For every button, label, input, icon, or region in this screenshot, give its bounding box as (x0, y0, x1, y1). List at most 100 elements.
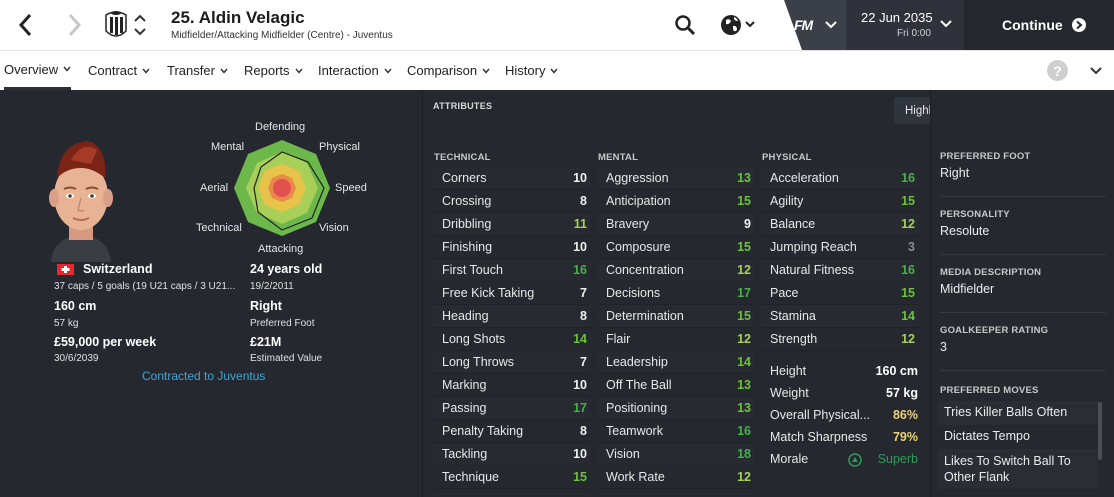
tab-reports[interactable]: Reports (244, 51, 303, 90)
attribute-value: 12 (737, 332, 751, 346)
switzerland-flag-icon (57, 264, 74, 275)
personality-value: Resolute (940, 224, 990, 238)
attribute-value: 17 (573, 401, 587, 415)
attribute-value: 8 (580, 309, 587, 323)
tab-comparison[interactable]: Comparison (407, 51, 490, 90)
goalkeeper-rating-value: 3 (940, 340, 947, 354)
condition-name: Match Sharpness (770, 430, 868, 444)
attribute-row[interactable]: Work Rate 12 (597, 466, 754, 489)
attribute-name: Work Rate (606, 470, 665, 484)
player-switch-chevrons-icon[interactable] (133, 12, 147, 38)
condition-name: Overall Physical... (770, 408, 871, 422)
attribute-row[interactable]: Natural Fitness 16 (761, 259, 918, 282)
attribute-row[interactable]: First Touch 16 (433, 259, 590, 282)
attribute-row[interactable]: Positioning 13 (597, 397, 754, 420)
tab-history[interactable]: History (505, 51, 558, 90)
radar-label-aerial: Aerial (200, 182, 229, 194)
attribute-row[interactable]: Flair 12 (597, 328, 754, 351)
preferred-moves-list: Tries Killer Balls Often Dictates Tempo … (931, 401, 1114, 497)
attribute-row[interactable]: Technique 15 (433, 466, 590, 489)
attribute-row[interactable]: Composure 15 (597, 236, 754, 259)
attribute-row[interactable]: Off The Ball 13 (597, 374, 754, 397)
nationality[interactable]: Switzerland (83, 262, 152, 276)
technical-heading: TECHNICAL (434, 152, 491, 163)
fm-menu-button[interactable]: FM (784, 0, 846, 50)
attribute-row[interactable]: Concentration 12 (597, 259, 754, 282)
attribute-row[interactable]: Anticipation 15 (597, 190, 754, 213)
tab-label: History (505, 63, 546, 78)
chevron-down-icon (825, 21, 837, 29)
tab-overview[interactable]: Overview (4, 51, 72, 90)
condition-row-morale[interactable]: Morale Superb (762, 449, 920, 471)
attribute-row[interactable]: Long Shots 14 (433, 328, 590, 351)
condition-name: Weight (770, 386, 809, 400)
attribute-row[interactable]: Jumping Reach 3 (761, 236, 918, 259)
chevron-down-icon[interactable] (1090, 67, 1102, 75)
condition-value: 79% (892, 430, 918, 444)
tab-transfer[interactable]: Transfer (167, 51, 228, 90)
attribute-row[interactable]: Free Kick Taking 7 (433, 282, 590, 305)
attribute-row[interactable]: Stamina 14 (761, 305, 918, 328)
attribute-row[interactable]: Acceleration 16 (761, 167, 918, 190)
physical-condition-list: Height 160 cm Weight 57 kg Overall Physi… (762, 361, 920, 471)
attribute-name: Acceleration (770, 171, 839, 185)
search-icon[interactable] (673, 13, 697, 37)
player-weight: 57 kg (54, 318, 79, 329)
attribute-value: 12 (901, 332, 915, 346)
attributes-title: ATTRIBUTES (433, 101, 493, 111)
continue-button[interactable]: Continue (964, 0, 1114, 50)
player-wage: £59,000 per week (54, 335, 157, 349)
radar-label-defending: Defending (255, 121, 306, 133)
radar-label-speed: Speed (335, 182, 367, 194)
help-icon[interactable]: ? (1047, 60, 1068, 81)
attribute-name: Determination (606, 309, 684, 323)
club-crest-icon[interactable] (105, 9, 127, 41)
mental-attributes-list: Aggression 13 Anticipation 15 Bravery 9 Compos… (597, 167, 754, 489)
attribute-row[interactable]: Tackling 10 (433, 443, 590, 466)
attribute-name: Leadership (606, 355, 668, 369)
attribute-row[interactable]: Passing 17 (433, 397, 590, 420)
attribute-row[interactable]: Heading 8 (433, 305, 590, 328)
attribute-row[interactable]: Decisions 17 (597, 282, 754, 305)
attribute-row[interactable]: Crossing 8 (433, 190, 590, 213)
attribute-row[interactable]: Teamwork 16 (597, 420, 754, 443)
back-arrow-icon[interactable] (14, 10, 38, 40)
attribute-row[interactable]: Penalty Taking 8 (433, 420, 590, 443)
condition-name: Height (770, 364, 807, 378)
attribute-row[interactable]: Bravery 9 (597, 213, 754, 236)
tab-interaction[interactable]: Interaction (318, 51, 392, 90)
date-display[interactable]: 22 Jun 2035 Fri 0:00 (846, 0, 964, 50)
chevron-down-icon (220, 68, 228, 74)
attribute-row[interactable]: Strength 12 (761, 328, 918, 351)
tab-contract[interactable]: Contract (88, 51, 150, 90)
attribute-value: 13 (737, 401, 751, 415)
attribute-row[interactable]: Agility 15 (761, 190, 918, 213)
condition-row-match-sharpness[interactable]: Match Sharpness 79% (762, 427, 920, 449)
condition-row-overall-physical[interactable]: Overall Physical... 86% (762, 405, 920, 427)
attribute-name: Agility (770, 194, 804, 208)
attribute-value: 14 (737, 355, 751, 369)
preferred-moves-heading: PREFERRED MOVES (940, 385, 1039, 396)
preferred-moves-scrollbar[interactable] (1098, 402, 1102, 460)
attribute-row[interactable]: Vision 18 (597, 443, 754, 466)
attribute-row[interactable]: Corners 10 (433, 167, 590, 190)
chevron-down-icon (940, 20, 952, 28)
chevron-down-icon (482, 68, 490, 74)
condition-value: Superb (877, 452, 918, 466)
attribute-row[interactable]: Pace 15 (761, 282, 918, 305)
attribute-row[interactable]: Balance 12 (761, 213, 918, 236)
attribute-row[interactable]: Aggression 13 (597, 167, 754, 190)
attribute-row[interactable]: Marking 10 (433, 374, 590, 397)
contract-status-link[interactable]: Contracted to Juventus (142, 369, 265, 383)
attribute-row[interactable]: Leadership 14 (597, 351, 754, 374)
player-age: 24 years old (250, 262, 323, 276)
attribute-row[interactable]: Dribbling 11 (433, 213, 590, 236)
globe-menu-icon[interactable] (718, 11, 758, 39)
attribute-row[interactable]: Determination 15 (597, 305, 754, 328)
attribute-row[interactable]: Long Throws 7 (433, 351, 590, 374)
attribute-name: Bravery (606, 217, 650, 231)
forward-arrow-icon[interactable] (62, 10, 86, 40)
attribute-row[interactable]: Finishing 10 (433, 236, 590, 259)
current-day-time: Fri 0:00 (897, 28, 931, 39)
attribute-name: Concentration (606, 263, 684, 277)
